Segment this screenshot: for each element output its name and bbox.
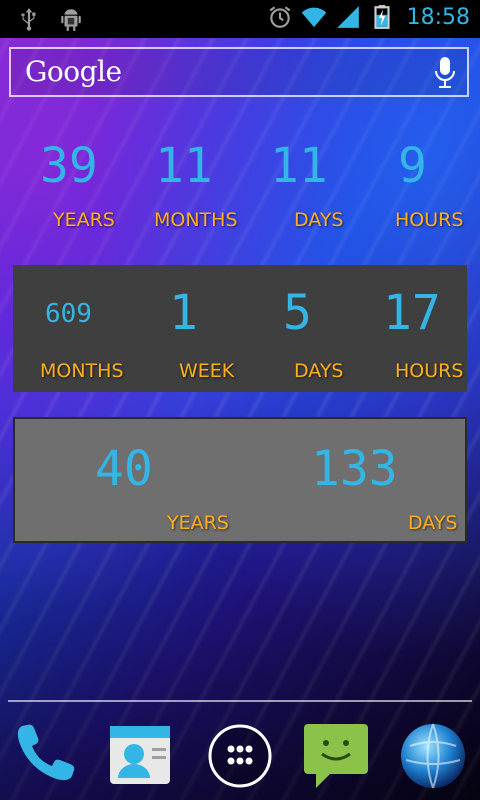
android-debug-icon [61, 9, 81, 31]
age-widget-transparent[interactable]: 39 11 11 9 YEARS MONTHS DAYS HOURS [0, 130, 480, 240]
wifi-icon [301, 7, 326, 28]
app-drawer-icon[interactable] [203, 716, 277, 790]
messaging-icon[interactable] [300, 716, 374, 790]
days-value: 133 [311, 441, 398, 497]
browser-icon[interactable] [396, 716, 470, 790]
age-widget-dark[interactable]: 609 1 5 17 MONTHS WEEK DAYS HOURS [13, 265, 467, 392]
status-bar: 18:58 [0, 0, 480, 38]
months-label: MONTHS [154, 209, 238, 231]
years-label: YEARS [53, 209, 115, 231]
months-total-value: 609 [45, 299, 92, 329]
days-value: 5 [283, 285, 312, 341]
hours-value: 17 [383, 285, 441, 341]
days-value: 11 [270, 138, 328, 194]
google-search-bar[interactable]: Google [9, 47, 469, 97]
hours-label: HOURS [395, 209, 464, 231]
years-value: 39 [40, 138, 98, 194]
years-label: YEARS [167, 512, 229, 534]
hours-value: 9 [398, 138, 427, 194]
phone-icon[interactable] [8, 716, 82, 790]
signal-icon [336, 6, 359, 28]
week-label: WEEK [179, 360, 235, 382]
days-label: DAYS [408, 512, 458, 534]
dock-divider [8, 700, 472, 702]
wallpaper [0, 0, 480, 800]
years-value: 40 [95, 441, 153, 497]
days-label: DAYS [294, 209, 344, 231]
status-clock: 18:58 [406, 4, 470, 30]
week-value: 1 [169, 285, 198, 341]
alarm-icon [269, 6, 290, 28]
days-label: DAYS [294, 360, 344, 382]
age-widget-grey[interactable]: 40 133 YEARS DAYS [13, 417, 467, 543]
hours-label: HOURS [395, 360, 464, 382]
months-value: 11 [155, 138, 213, 194]
months-label: MONTHS [40, 360, 124, 382]
usb-icon [21, 8, 36, 31]
contacts-icon[interactable] [104, 716, 178, 790]
battery-charging-icon [374, 5, 390, 29]
mic-icon[interactable] [433, 55, 457, 91]
google-logo-text: Google [25, 55, 122, 88]
dock [0, 712, 480, 800]
